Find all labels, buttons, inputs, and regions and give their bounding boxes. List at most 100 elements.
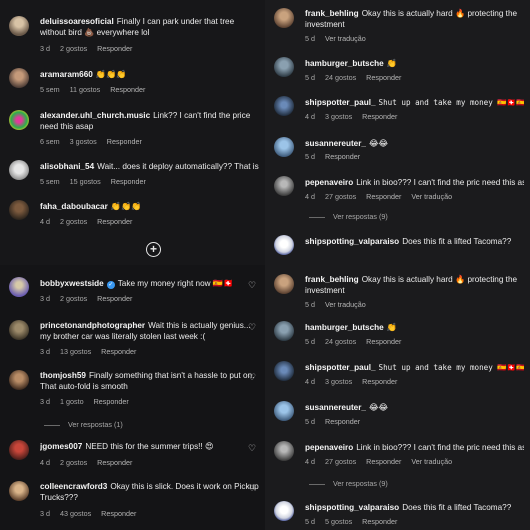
comment-username[interactable]: hamburger_butsche xyxy=(305,323,384,332)
reply-button[interactable]: Responder xyxy=(366,457,401,466)
comment-username[interactable]: shipspotter_paul_ xyxy=(305,98,376,107)
like-heart-icon[interactable]: ♡ xyxy=(248,373,257,382)
comment-age: 5 d xyxy=(305,73,315,82)
avatar[interactable] xyxy=(274,274,294,294)
avatar[interactable] xyxy=(9,200,29,220)
reply-button[interactable]: Responder xyxy=(362,517,397,526)
comment-username[interactable]: thomjosh59 xyxy=(40,371,86,380)
comment-username[interactable]: jgomes007 xyxy=(40,442,82,451)
view-replies-button[interactable]: Ver respostas (9) xyxy=(309,479,388,488)
comment-likes[interactable]: 27 gostos xyxy=(325,457,356,466)
comment-likes[interactable]: 24 gostos xyxy=(325,337,356,346)
avatar[interactable] xyxy=(9,68,29,88)
comment-likes[interactable]: 27 gostos xyxy=(325,192,356,201)
avatar[interactable] xyxy=(274,235,294,255)
reply-button[interactable]: Responder xyxy=(366,73,401,82)
comment-username[interactable]: frank_behling xyxy=(305,275,359,284)
translate-button[interactable]: Ver tradução xyxy=(411,192,452,201)
avatar[interactable] xyxy=(274,501,294,521)
comment-username[interactable]: alisobhani_54 xyxy=(40,162,94,171)
comment-username[interactable]: hamburger_butsche xyxy=(305,59,384,68)
avatar[interactable] xyxy=(9,16,29,36)
comment-username[interactable]: susannereuter_ xyxy=(305,139,366,148)
like-heart-icon[interactable]: ♡ xyxy=(248,281,257,290)
comment-age: 3 d xyxy=(40,509,50,518)
comment-likes[interactable]: 5 gostos xyxy=(325,517,352,526)
comment-username[interactable]: colleencrawford3 xyxy=(40,482,107,491)
comment-likes[interactable]: 3 gostos xyxy=(325,112,352,121)
comment-likes[interactable]: 2 gostos xyxy=(60,458,87,467)
avatar[interactable] xyxy=(274,137,294,157)
comment-username[interactable]: bobbyxwestside xyxy=(40,279,104,288)
reply-button[interactable]: Responder xyxy=(101,347,136,356)
comment-username[interactable]: shipspotting_valparaiso xyxy=(305,503,399,512)
comment-likes[interactable]: 2 gostos xyxy=(60,294,87,303)
reply-button[interactable]: Responder xyxy=(94,397,129,406)
reply-button[interactable]: Responder xyxy=(325,152,360,161)
comment-username[interactable]: shipspotter_paul_ xyxy=(305,363,376,372)
like-heart-icon[interactable]: ♡ xyxy=(248,444,257,453)
reply-button[interactable]: Responder xyxy=(101,509,136,518)
avatar[interactable] xyxy=(9,160,29,180)
comment-likes[interactable]: 24 gostos xyxy=(325,73,356,82)
comment-text: deluissoaresoficial Finally I can park un… xyxy=(40,16,259,38)
avatar[interactable] xyxy=(274,361,294,381)
reply-button[interactable]: Responder xyxy=(97,294,132,303)
comment-username[interactable]: frank_behling xyxy=(305,9,359,18)
avatar[interactable] xyxy=(274,176,294,196)
like-heart-icon[interactable]: ♡ xyxy=(248,323,257,332)
avatar[interactable] xyxy=(274,57,294,77)
view-replies-button[interactable]: Ver respostas (9) xyxy=(309,212,388,221)
comment-age: 3 d xyxy=(40,347,50,356)
translate-button[interactable]: Ver tradução xyxy=(325,300,366,309)
comment-likes[interactable]: 2 gostos xyxy=(60,44,87,53)
comment-username[interactable]: pepenaveiro xyxy=(305,178,353,187)
avatar[interactable] xyxy=(274,441,294,461)
reply-button[interactable]: Responder xyxy=(366,337,401,346)
avatar[interactable] xyxy=(274,8,294,28)
comment-username[interactable]: aramaram660 xyxy=(40,70,93,79)
avatar[interactable] xyxy=(9,481,29,501)
avatar[interactable] xyxy=(9,277,29,297)
avatar[interactable] xyxy=(9,110,29,130)
reply-button[interactable]: Responder xyxy=(362,377,397,386)
comment-meta: 5 sem 11 gostos Responder xyxy=(40,85,155,94)
avatar[interactable] xyxy=(9,320,29,340)
reply-button[interactable]: Responder xyxy=(97,44,132,53)
comment-likes[interactable]: 3 gostos xyxy=(70,137,97,146)
comment-likes[interactable]: 43 gostos xyxy=(60,509,91,518)
comment-username[interactable]: deluissoaresoficial xyxy=(40,17,114,26)
reply-button[interactable]: Responder xyxy=(111,177,146,186)
translate-button[interactable]: Ver tradução xyxy=(325,34,366,43)
comment-likes[interactable]: 3 gostos xyxy=(325,377,352,386)
reply-button[interactable]: Responder xyxy=(97,217,132,226)
translate-button[interactable]: Ver tradução xyxy=(411,457,452,466)
avatar[interactable] xyxy=(274,96,294,116)
avatar[interactable] xyxy=(274,401,294,421)
comment-likes[interactable]: 13 gostos xyxy=(60,347,91,356)
comment-likes[interactable]: 11 gostos xyxy=(70,85,101,94)
comment-username[interactable]: shipspotting_valparaiso xyxy=(305,237,399,246)
comment-age: 5 d xyxy=(305,300,315,309)
comment-username[interactable]: faha_daboubacar xyxy=(40,202,108,211)
comment-likes[interactable]: 1 gosto xyxy=(60,397,84,406)
avatar[interactable] xyxy=(9,440,29,460)
reply-button[interactable]: Responder xyxy=(366,192,401,201)
reply-button[interactable]: Responder xyxy=(110,85,145,94)
reply-button[interactable]: Responder xyxy=(97,458,132,467)
reply-button[interactable]: Responder xyxy=(325,417,360,426)
reply-button[interactable]: Responder xyxy=(362,112,397,121)
avatar[interactable] xyxy=(274,321,294,341)
comment-username[interactable]: pepenaveiro xyxy=(305,443,353,452)
comment-username[interactable]: alexander.uhl_church.music xyxy=(40,111,150,120)
comment-likes[interactable]: 15 gostos xyxy=(70,177,101,186)
comment-username[interactable]: princetonandphotographer xyxy=(40,321,145,330)
comment-body: NEED this for the summer trips!! 😍 xyxy=(85,442,214,451)
add-comment-plus-icon[interactable]: + xyxy=(146,242,161,257)
view-replies-button[interactable]: Ver respostas (1) xyxy=(44,420,123,429)
like-heart-icon[interactable]: ♡ xyxy=(248,484,257,493)
comment-likes[interactable]: 2 gostos xyxy=(60,217,87,226)
avatar[interactable] xyxy=(9,370,29,390)
reply-button[interactable]: Responder xyxy=(107,137,142,146)
comment-username[interactable]: susannereuter_ xyxy=(305,403,366,412)
